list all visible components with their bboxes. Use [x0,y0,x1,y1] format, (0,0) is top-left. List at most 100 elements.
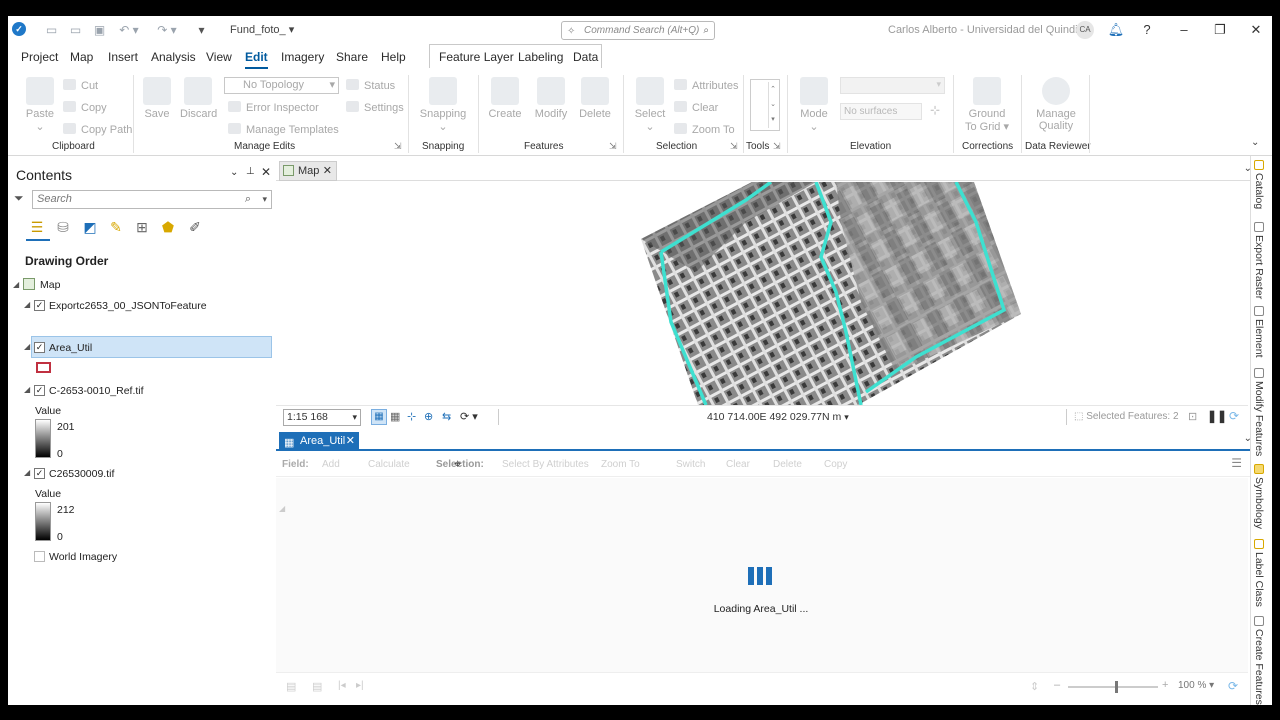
list-by-selection-icon[interactable]: ◩ [81,218,99,236]
clear-button[interactable]: Clear [726,459,750,470]
elevation-value-select[interactable]: ▾ [840,77,945,94]
list-by-snapping-icon[interactable]: ⊞ [133,218,151,236]
expand-triangle-icon[interactable]: ◢ [13,280,19,289]
snapping-toggle-icon[interactable]: ⊹ [407,410,416,423]
elevation-mode-button[interactable]: Mode ⌄ [796,77,832,133]
gallery-scroll-icon[interactable]: ⌃ ⌄ ▾ [768,82,777,128]
minimize-button[interactable]: – [1174,20,1194,40]
map-canvas[interactable] [276,182,1248,405]
dialog-launcher-icon[interactable]: ⇲ [730,141,738,152]
manage-templates-button[interactable]: Manage Templates [228,123,339,136]
status-button[interactable]: Status [346,79,395,92]
table-menu-icon[interactable]: ☰ [1231,456,1242,470]
cut-button[interactable]: Cut [63,79,98,92]
settings-button[interactable]: Settings [346,101,404,114]
grid-icon[interactable]: ▦ [390,410,400,423]
customize-qat-icon[interactable]: ▾ [194,23,209,38]
map-scale-select[interactable]: 1:15 168 ▾ [283,409,361,426]
delete-rows-button[interactable]: Delete [773,459,802,470]
close-tab-icon[interactable]: ✕ [323,162,332,180]
tab-feature-layer[interactable]: Feature Layer [439,50,514,64]
avatar[interactable]: CA [1076,21,1094,39]
last-record-icon[interactable]: ▸| [356,680,364,691]
dialog-launcher-icon[interactable]: ⇲ [609,141,617,152]
tab-help[interactable]: Help [381,50,406,64]
switch-button[interactable]: Switch [676,459,705,470]
tab-map[interactable]: Map [70,50,93,64]
copy-button[interactable]: Copy [63,101,107,114]
dialog-launcher-icon[interactable]: ⇲ [773,141,781,152]
copy-path-button[interactable]: Copy Path [63,123,132,136]
undo-icon[interactable]: ↶ ▾ [116,23,142,38]
notification-icon[interactable]: 🔔︎ [1106,20,1126,40]
tab-project[interactable]: Project [21,50,58,64]
clear-selection-button[interactable]: Clear [674,101,718,114]
tab-symbology[interactable]: Symbology [1253,464,1265,529]
help-icon[interactable]: ? [1137,20,1157,40]
snapping-button[interactable]: Snapping ⌄ [418,77,468,133]
list-by-perspective-icon[interactable]: ✐ [186,218,204,236]
polygon-symbol-swatch[interactable] [36,362,51,373]
filter-selection-icon[interactable]: ⊡ [1188,410,1197,423]
tab-edit[interactable]: Edit [245,50,268,69]
rotate-icon[interactable]: ⟳ ▾ [460,410,478,423]
tab-map-view[interactable]: Map ✕ [279,161,337,181]
close-tab-icon[interactable]: ✕ [346,432,355,450]
save-edits-button[interactable]: Save [142,77,172,120]
select-by-attributes-button[interactable]: Select By Attributes [502,459,589,470]
layer-visibility-checkbox[interactable] [34,551,45,562]
list-by-editing-icon[interactable]: ✎ [107,218,125,236]
refresh-table-icon[interactable]: ⟳ [1228,679,1238,693]
command-search-input[interactable]: ✧ Command Search (Alt+Q) ⌕ [561,21,715,40]
paste-button[interactable]: Paste ⌄ [22,77,58,133]
pin-icon[interactable]: ⊥ [246,166,255,177]
layer-visibility-checkbox[interactable]: ✓ [34,342,45,353]
toc-layer-export[interactable]: Exportc2653_00_JSONToFeature [49,300,207,312]
map-coordinates[interactable]: 410 714.00E 492 029.77N m ▾ [707,411,849,423]
dialog-launcher-icon[interactable]: ⇲ [394,141,402,152]
calculate-button[interactable]: Calculate [368,459,410,470]
layer-visibility-checkbox[interactable]: ✓ [34,300,45,311]
fixed-scale-icon[interactable]: ▦ [371,409,387,425]
restore-button[interactable]: ❐ [1210,20,1230,40]
ground-to-grid-button[interactable]: Ground To Grid ▾ [959,77,1015,133]
tab-data[interactable]: Data [573,50,598,64]
tab-share[interactable]: Share [336,50,368,64]
list-by-source-icon[interactable]: ⛁ [54,218,72,236]
toc-layer-world-imagery[interactable]: World Imagery [49,551,117,563]
show-all-records-icon[interactable]: ▤ [286,680,296,693]
open-project-icon[interactable]: ▭ [68,23,83,38]
refresh-icon[interactable]: ⇆ [442,410,451,423]
surfaces-field[interactable]: No surfaces [840,103,922,120]
pane-options-icon[interactable]: ⌄ [230,167,238,178]
fit-height-icon[interactable]: ⇕ [1030,680,1039,693]
tab-labeling[interactable]: Labeling [518,50,563,64]
zoom-to-button[interactable]: Zoom To [601,459,640,470]
toc-map[interactable]: Map [40,279,60,291]
tab-label-class[interactable]: Label Class [1253,539,1265,607]
modify-button[interactable]: Modify [531,77,571,120]
attributes-button[interactable]: Attributes [674,79,738,92]
toc-layer-ref-tif[interactable]: C-2653-0010_Ref.tif [49,385,144,397]
tab-create-features[interactable]: Create Features [1253,616,1265,705]
tab-area-util-table[interactable]: ▦ Area_Util ✕ [279,432,359,451]
selected-features-count[interactable]: ⬚ Selected Features: 2 [1074,411,1179,422]
tab-imagery[interactable]: Imagery [281,50,324,64]
collapse-ribbon-icon[interactable]: ⌄ [1251,137,1259,148]
first-record-icon[interactable]: |◂ [338,680,346,691]
user-name[interactable]: Carlos Alberto - Universidad del Quindio [888,24,1084,36]
expand-triangle-icon[interactable]: ◢ [24,385,30,394]
grayscale-ramp[interactable] [35,419,51,458]
tools-gallery[interactable]: ⌃ ⌄ ▾ [750,79,780,131]
map-view[interactable] [276,182,1248,405]
tab-element[interactable]: Element [1253,306,1265,358]
delete-button[interactable]: Delete [576,77,614,120]
copy-rows-button[interactable]: Copy [824,459,847,470]
pan-toggle-icon[interactable]: ⊕ [424,410,433,423]
contents-search-input[interactable]: Search ⌕ ▾ [32,190,272,209]
refresh-map-icon[interactable]: ⟳ [1229,409,1239,423]
project-name[interactable]: Fund_foto_ ▾ [230,23,294,36]
topology-select[interactable]: No Topology ▾ [224,77,339,94]
error-inspector-button[interactable]: Error Inspector [228,101,319,114]
select-button[interactable]: Select ⌄ [633,77,667,133]
